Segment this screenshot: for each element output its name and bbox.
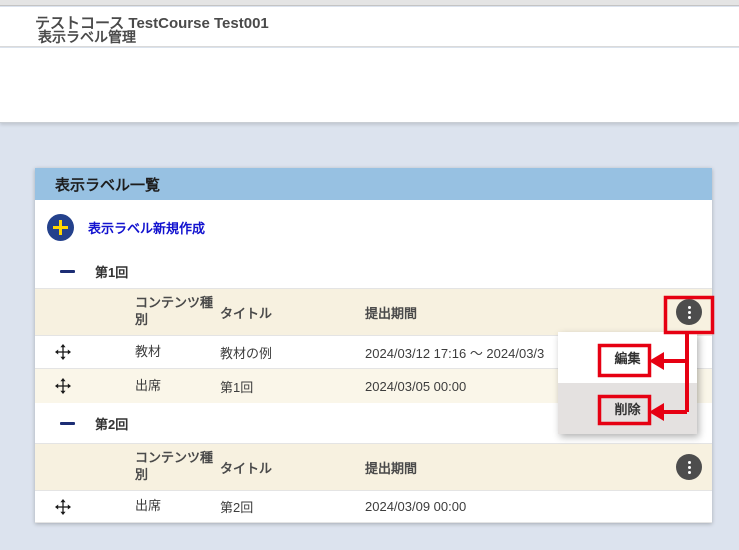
minus-icon[interactable]: [60, 422, 75, 425]
column-content-type: コンテンツ種別: [135, 295, 220, 329]
cell-title: 第1回: [220, 377, 365, 396]
create-label-link[interactable]: 表示ラベル新規作成: [35, 200, 712, 255]
column-period: 提出期間: [365, 303, 650, 322]
create-label-text: 表示ラベル新規作成: [88, 218, 205, 237]
screen: テストコース TestCourse Test001 表示ラベル管理 表示ラベル一…: [0, 0, 739, 550]
column-content-type: コンテンツ種別: [135, 450, 220, 484]
cell-content-type: 出席: [135, 378, 220, 395]
table-row: 出席 第2回 2024/03/09 00:00: [35, 490, 712, 523]
minus-icon[interactable]: [60, 270, 75, 273]
column-period: 提出期間: [365, 458, 650, 477]
section-label: 第1回: [95, 262, 128, 281]
table-header-row: コンテンツ種別 タイトル 提出期間: [35, 443, 712, 490]
column-title: タイトル: [220, 303, 365, 322]
move-icon[interactable]: [55, 378, 71, 394]
cell-content-type: 出席: [135, 498, 220, 515]
context-menu-item-edit[interactable]: 編集: [558, 332, 697, 383]
top-strip: [0, 0, 739, 6]
context-menu: 編集 削除: [558, 332, 697, 434]
kebab-menu-icon[interactable]: [676, 299, 702, 325]
cell-content-type: 教材: [135, 344, 220, 361]
section-header-1: 第1回: [35, 255, 712, 288]
context-menu-item-delete[interactable]: 削除: [558, 383, 697, 434]
kebab-menu-icon[interactable]: [676, 454, 702, 480]
plus-icon: [47, 214, 74, 241]
move-icon[interactable]: [55, 499, 71, 515]
move-icon[interactable]: [55, 344, 71, 360]
column-title: タイトル: [220, 458, 365, 477]
panel-header: 表示ラベル一覧: [35, 168, 712, 200]
panel-title: 表示ラベル一覧: [55, 174, 160, 195]
section-label: 第2回: [95, 414, 128, 433]
page-header-band: [0, 48, 739, 123]
cell-title: 第2回: [220, 497, 365, 516]
cell-period: 2024/03/09 00:00: [365, 499, 650, 514]
page-title: 表示ラベル管理: [38, 27, 136, 47]
table-header-row: コンテンツ種別 タイトル 提出期間: [35, 288, 712, 335]
cell-title: 教材の例: [220, 343, 365, 362]
